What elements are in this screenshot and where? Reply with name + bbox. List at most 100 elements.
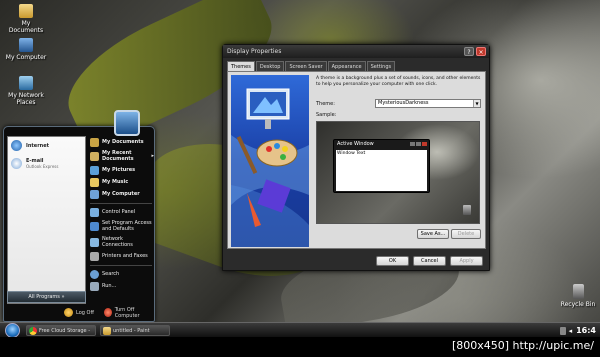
folder-icon	[19, 4, 33, 18]
printer-icon	[90, 251, 99, 261]
watermark-strip: [800x450] http://upic.me/	[0, 337, 600, 357]
key-icon	[64, 308, 73, 317]
apply-button[interactable]: Apply	[450, 256, 483, 266]
watermark-text: [800x450] http://upic.me/	[451, 339, 594, 352]
start-item-control-panel[interactable]: Control Panel	[88, 206, 154, 218]
start-item-label: Run...	[102, 283, 117, 289]
start-item-label: Network Connections	[102, 236, 133, 248]
start-menu: Internet E-mail Outlook Express All Progr…	[3, 126, 155, 322]
tab-appearance[interactable]: Appearance	[327, 61, 366, 71]
chrome-icon	[29, 327, 37, 335]
desktop-icon-label: My Network Places	[8, 92, 44, 106]
start-item-label: Control Panel	[102, 209, 136, 215]
start-item-my-recent-documents[interactable]: My Recent Documents ▸	[88, 148, 154, 164]
network-tray-icon[interactable]	[559, 326, 566, 335]
network-icon	[19, 76, 33, 90]
start-button[interactable]	[5, 323, 20, 338]
music-icon	[90, 177, 99, 187]
start-item-my-computer[interactable]: My Computer	[88, 188, 154, 200]
theme-select[interactable]: MysteriousDarkness ▼	[375, 99, 481, 108]
computer-icon	[90, 189, 99, 199]
control-panel-icon	[90, 207, 99, 217]
start-item-printers[interactable]: Printers and Faxes	[88, 250, 154, 262]
computer-icon	[19, 38, 33, 52]
start-item-internet[interactable]: Internet	[8, 137, 85, 154]
pictures-icon	[90, 165, 99, 175]
start-item-label: My Recent Documents	[102, 150, 134, 162]
theme-sample-preview: Active Window Window Text	[316, 121, 480, 224]
program-defaults-icon	[90, 221, 99, 231]
clock[interactable]: 16:4	[576, 326, 596, 335]
volume-icon[interactable]: ◂	[569, 327, 573, 335]
task-paint[interactable]: untitled - Paint	[100, 325, 170, 336]
start-item-network-connections[interactable]: Network Connections	[88, 234, 154, 250]
theme-label: Theme:	[316, 101, 335, 107]
ok-button[interactable]: OK	[376, 256, 409, 266]
sample-label: Sample:	[316, 112, 337, 118]
browser-icon	[11, 140, 22, 151]
paint-icon	[103, 327, 111, 335]
start-item-label: Printers and Faxes	[102, 253, 148, 259]
recycle-bin-icon	[572, 284, 584, 299]
start-item-label: Set Program Access and Defaults	[102, 220, 152, 232]
desktop-icon-label: My Computer	[5, 54, 47, 61]
desktop-icon-my-computer[interactable]: My Computer	[4, 38, 48, 61]
power-icon	[104, 308, 112, 317]
menu-divider	[90, 262, 152, 266]
minimize-icon	[410, 142, 415, 146]
themes-panel: A theme is a background plus a set of so…	[227, 71, 486, 249]
start-item-search[interactable]: Search	[88, 268, 154, 280]
start-item-label: My Music	[102, 179, 129, 185]
log-off-label: Log Off	[76, 309, 94, 316]
maximize-icon	[416, 142, 421, 146]
all-programs-label: All Programs	[28, 294, 60, 300]
start-item-label: My Documents	[102, 139, 144, 145]
display-properties-dialog: Display Properties ? × Themes Desktop Sc…	[222, 44, 490, 271]
log-off-button[interactable]: Log Off	[64, 307, 94, 318]
all-programs-button[interactable]: All Programs »	[7, 291, 86, 303]
turn-off-button[interactable]: Turn Off Computer	[104, 306, 154, 319]
delete-button[interactable]: Delete	[451, 229, 481, 239]
desktop: My Documents My Computer My Network Plac…	[0, 0, 600, 357]
desktop-icon-my-network-places[interactable]: My Network Places	[4, 76, 48, 106]
desktop-icon-my-documents[interactable]: My Documents	[4, 4, 48, 34]
turn-off-label: Turn Off Computer	[114, 306, 140, 319]
network-connections-icon	[90, 237, 99, 247]
start-item-my-music[interactable]: My Music	[88, 176, 154, 188]
tab-desktop[interactable]: Desktop	[255, 61, 285, 71]
tab-settings[interactable]: Settings	[366, 61, 396, 71]
mail-icon	[11, 157, 22, 169]
start-item-my-pictures[interactable]: My Pictures	[88, 164, 154, 176]
start-menu-places: My Documents My Recent Documents ▸ My Pic…	[88, 136, 154, 304]
desktop-icon-label: Recycle Bin	[560, 301, 596, 308]
start-item-label: E-mail	[26, 157, 44, 164]
start-item-run[interactable]: Run...	[88, 280, 154, 292]
recent-documents-icon	[90, 151, 99, 161]
start-item-program-defaults[interactable]: Set Program Access and Defaults	[88, 218, 154, 234]
save-as-button[interactable]: Save As...	[417, 229, 449, 239]
chevron-down-icon[interactable]: ▼	[473, 100, 480, 107]
dialog-title[interactable]: Display Properties	[223, 45, 489, 58]
theme-artwork	[231, 75, 309, 247]
documents-icon	[90, 137, 99, 147]
close-button[interactable]: ×	[476, 47, 486, 56]
task-chrome[interactable]: Free Cloud Storage - Me...	[26, 325, 96, 344]
start-item-label: Search	[102, 271, 120, 277]
sample-window-body: Window Text	[336, 150, 427, 191]
start-item-my-documents[interactable]: My Documents	[88, 136, 154, 148]
task-label: untitled - Paint	[113, 328, 150, 334]
desktop-icon-label: My Documents	[8, 20, 44, 34]
start-item-label: My Pictures	[102, 167, 136, 173]
cancel-button[interactable]: Cancel	[413, 256, 446, 266]
tab-screen-saver[interactable]: Screen Saver	[285, 61, 327, 71]
help-button[interactable]: ?	[464, 47, 474, 56]
theme-description: A theme is a background plus a set of so…	[316, 76, 481, 87]
sample-active-window: Active Window Window Text	[333, 139, 430, 193]
taskbar: Free Cloud Storage - Me... untitled - Pa…	[0, 322, 600, 344]
help-icon: ?	[467, 49, 471, 56]
start-item-label: Internet	[26, 142, 50, 149]
paint-palette-illustration	[231, 88, 309, 247]
desktop-icon-recycle-bin[interactable]: Recycle Bin	[556, 284, 600, 308]
user-picture[interactable]	[114, 110, 140, 136]
start-item-email[interactable]: E-mail Outlook Express	[8, 154, 85, 172]
